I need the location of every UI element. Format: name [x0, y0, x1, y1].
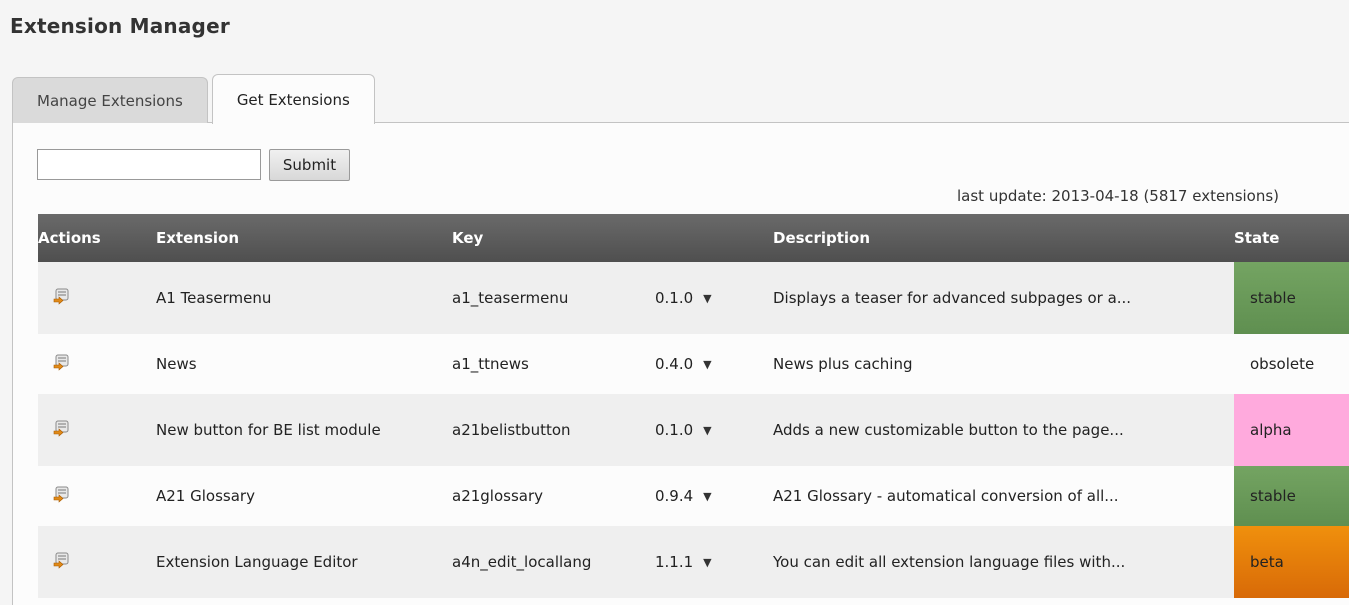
extension-name: News	[156, 355, 197, 373]
actions-cell	[38, 394, 156, 466]
extension-name: Extension Language Editor	[156, 553, 358, 571]
extensions-table: Actions Extension Key Description State …	[38, 214, 1349, 598]
search-input[interactable]	[37, 149, 261, 180]
state-badge: alpha	[1234, 394, 1349, 466]
table-row: News a1_ttnews 0.4.0 ▼ News plus caching obso…	[38, 334, 1349, 394]
state-badge: obsolete	[1250, 355, 1315, 373]
version-value: 0.1.0	[655, 421, 694, 439]
header-key[interactable]: Key	[452, 214, 655, 262]
version-cell: 0.1.0 ▼	[655, 262, 773, 334]
key-cell: a21belistbutton	[452, 394, 655, 466]
table-row: Extension Language Editor a4n_edit_locall…	[38, 526, 1349, 598]
actions-cell	[38, 466, 156, 526]
header-actions: Actions	[38, 214, 156, 262]
key-cell: a21glossary	[452, 466, 655, 526]
extension-name-cell: Extension Language Editor	[156, 526, 452, 598]
import-extension-icon[interactable]	[53, 551, 71, 569]
extension-name: A21 Glossary	[156, 487, 255, 505]
key-cell: a1_ttnews	[452, 334, 655, 394]
actions-cell	[38, 262, 156, 334]
extension-name-cell: A1 Teasermenu	[156, 262, 452, 334]
description-cell: Displays a teaser for advanced subpages …	[773, 262, 1234, 334]
version-cell: 0.9.4 ▼	[655, 466, 773, 526]
last-update-info: last update: 2013-04-18 (5817 extensions…	[957, 187, 1280, 205]
header-extension[interactable]: Extension	[156, 214, 452, 262]
version-value: 0.1.0	[655, 289, 694, 307]
caret-down-icon[interactable]: ▼	[703, 424, 711, 437]
version-value: 0.4.0	[655, 355, 694, 373]
table-row: New button for BE list module a21belistbu…	[38, 394, 1349, 466]
actions-cell	[38, 334, 156, 394]
submit-button[interactable]: Submit	[269, 149, 350, 181]
table-row: A1 Teasermenu a1_teasermenu 0.1.0 ▼ Displays…	[38, 262, 1349, 334]
actions-cell	[38, 526, 156, 598]
tab-bar: Manage Extensions Get Extensions	[12, 73, 379, 124]
description-text: You can edit all extension language file…	[773, 553, 1126, 571]
description-text: A21 Glossary - automatical conversion of…	[773, 487, 1119, 505]
description-cell: Adds a new customizable button to the pa…	[773, 394, 1234, 466]
header-version	[655, 214, 773, 262]
import-extension-icon[interactable]	[53, 419, 71, 437]
description-cell: News plus caching	[773, 334, 1234, 394]
key-cell: a4n_edit_locallang	[452, 526, 655, 598]
header-description[interactable]: Description	[773, 214, 1234, 262]
page-title: Extension Manager	[10, 14, 230, 38]
tab-get-extensions[interactable]: Get Extensions	[211, 74, 375, 124]
description-text: News plus caching	[773, 355, 913, 373]
extension-name-cell: A21 Glossary	[156, 466, 452, 526]
version-value: 0.9.4	[655, 487, 694, 505]
import-extension-icon[interactable]	[53, 353, 71, 371]
description-cell: You can edit all extension language file…	[773, 526, 1234, 598]
import-extension-icon[interactable]	[53, 485, 71, 503]
extension-name-cell: New button for BE list module	[156, 394, 452, 466]
extension-name-cell: News	[156, 334, 452, 394]
extension-name: New button for BE list module	[156, 421, 381, 439]
header-state[interactable]: State	[1234, 214, 1349, 262]
caret-down-icon[interactable]: ▼	[703, 292, 711, 305]
state-badge: stable	[1234, 262, 1349, 334]
version-cell: 0.4.0 ▼	[655, 334, 773, 394]
state-badge: beta	[1234, 526, 1349, 598]
version-value: 1.1.1	[655, 553, 694, 571]
table-row: A21 Glossary a21glossary 0.9.4 ▼ A21 Glossar…	[38, 466, 1349, 526]
tab-manage-extensions[interactable]: Manage Extensions	[12, 77, 208, 123]
caret-down-icon[interactable]: ▼	[703, 358, 711, 371]
description-text: Displays a teaser for advanced subpages …	[773, 289, 1132, 307]
version-cell: 1.1.1 ▼	[655, 526, 773, 598]
import-extension-icon[interactable]	[53, 287, 71, 305]
description-text: Adds a new customizable button to the pa…	[773, 421, 1124, 439]
caret-down-icon[interactable]: ▼	[703, 556, 711, 569]
table-header-row: Actions Extension Key Description State	[38, 214, 1349, 262]
extension-name: A1 Teasermenu	[156, 289, 272, 307]
caret-down-icon[interactable]: ▼	[703, 490, 711, 503]
table-body: A1 Teasermenu a1_teasermenu 0.1.0 ▼ Displays…	[38, 262, 1349, 598]
version-cell: 0.1.0 ▼	[655, 394, 773, 466]
key-cell: a1_teasermenu	[452, 262, 655, 334]
description-cell: A21 Glossary - automatical conversion of…	[773, 466, 1234, 526]
state-badge: stable	[1234, 466, 1349, 526]
